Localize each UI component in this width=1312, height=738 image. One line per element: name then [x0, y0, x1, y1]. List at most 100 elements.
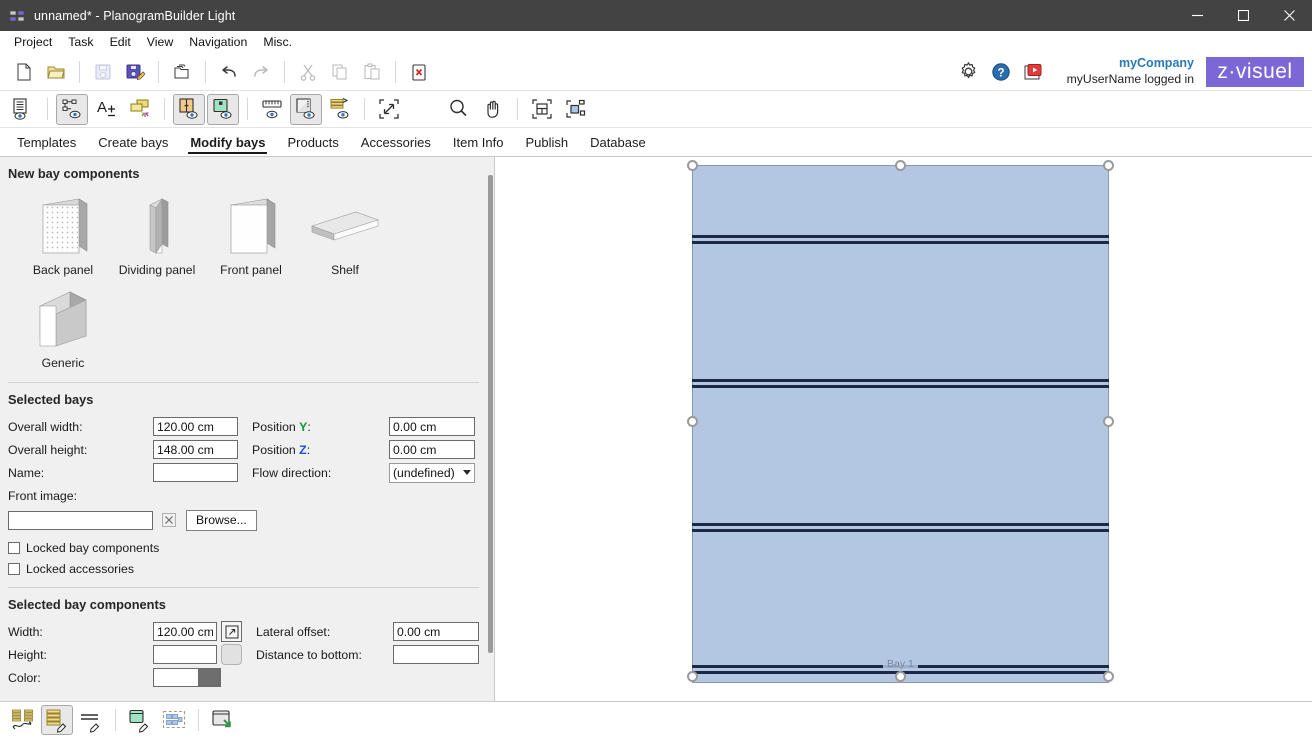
open-folder-button[interactable]	[41, 57, 71, 87]
delete-button[interactable]	[404, 57, 434, 87]
overall-width-input[interactable]	[153, 417, 238, 436]
save-as-button[interactable]	[120, 57, 150, 87]
select-area-button[interactable]	[158, 705, 190, 735]
minimize-button[interactable]	[1174, 0, 1220, 31]
toolbar-separator	[247, 98, 248, 120]
edit-bays-button[interactable]	[41, 705, 73, 735]
locked-accessories-checkbox[interactable]	[8, 562, 20, 575]
zoom-to-bay-button[interactable]	[526, 94, 558, 125]
tab-modify-bays[interactable]: Modify bays	[179, 132, 276, 156]
tab-publish[interactable]: Publish	[514, 132, 579, 156]
selection-handle-bottom-left[interactable]	[687, 671, 698, 682]
tab-database[interactable]: Database	[579, 132, 657, 156]
video-button[interactable]	[1018, 57, 1048, 87]
maximize-button[interactable]	[1220, 0, 1266, 31]
show-stack-button[interactable]	[324, 94, 356, 125]
undo-button[interactable]	[214, 57, 244, 87]
shelf-line[interactable]	[692, 523, 1109, 526]
component-width-input[interactable]	[153, 622, 217, 641]
shelf-line[interactable]	[692, 235, 1109, 238]
zoom-to-item-button[interactable]	[560, 94, 592, 125]
move-bays-button[interactable]	[7, 705, 39, 735]
show-shadows-button[interactable]	[290, 93, 322, 125]
component-height-link-button[interactable]	[220, 644, 243, 665]
component-color-picker[interactable]	[153, 668, 221, 687]
shelf-line[interactable]	[692, 385, 1109, 388]
show-measurements-button[interactable]	[256, 94, 288, 125]
zoom-tool-button[interactable]	[443, 94, 475, 125]
position-y-input[interactable]	[389, 417, 475, 436]
overall-height-input[interactable]	[153, 440, 238, 459]
shelf-line[interactable]	[692, 379, 1109, 382]
lateral-offset-input[interactable]	[392, 622, 479, 641]
component-shelf[interactable]: Shelf	[298, 188, 392, 279]
edit-products-button[interactable]	[124, 705, 156, 735]
copy-button[interactable]	[325, 57, 355, 87]
menu-task[interactable]: Task	[60, 33, 101, 51]
zoom-fit-button[interactable]	[373, 94, 405, 125]
selection-handle-bottom-center[interactable]	[895, 671, 906, 682]
show-structure-button[interactable]	[56, 93, 88, 125]
flow-direction-select[interactable]: (undefined)	[389, 462, 475, 483]
save-button[interactable]	[88, 57, 118, 87]
planogram-canvas[interactable]: Bay 1	[495, 157, 1312, 701]
menu-edit[interactable]: Edit	[102, 33, 139, 51]
position-z-input[interactable]	[389, 440, 475, 459]
close-button[interactable]	[1266, 0, 1312, 31]
tab-create-bays[interactable]: Create bays	[87, 132, 179, 156]
selection-handle-middle-left[interactable]	[687, 416, 698, 427]
settings-button[interactable]	[954, 57, 984, 87]
tab-products[interactable]: Products	[276, 132, 349, 156]
text-size-button[interactable]: A	[90, 94, 122, 125]
front-image-input[interactable]	[8, 510, 153, 530]
color-dropdown-icon[interactable]	[198, 669, 220, 686]
show-front-panels-button[interactable]	[173, 93, 205, 125]
help-button[interactable]: ?	[986, 57, 1016, 87]
paste-button[interactable]	[357, 57, 387, 87]
selection-handle-bottom-right[interactable]	[1103, 671, 1114, 682]
tab-templates[interactable]: Templates	[6, 132, 87, 156]
new-document-button[interactable]	[9, 57, 39, 87]
component-height-input[interactable]	[153, 645, 217, 664]
scrollbar-thumb[interactable]	[488, 175, 493, 653]
edit-shelves-button[interactable]	[75, 705, 107, 735]
show-list-button[interactable]	[7, 94, 39, 125]
menu-project[interactable]: Project	[6, 33, 60, 51]
menu-navigation[interactable]: Navigation	[181, 33, 255, 51]
tab-accessories[interactable]: Accessories	[350, 132, 442, 156]
locked-bay-components-checkbox[interactable]	[8, 541, 20, 554]
brand-logo[interactable]: z·visuel	[1206, 56, 1304, 87]
view-toolbar: A	[0, 91, 1312, 128]
menu-misc[interactable]: Misc.	[255, 33, 300, 51]
component-width-link-button[interactable]	[220, 621, 243, 642]
selection-handle-middle-right[interactable]	[1103, 416, 1114, 427]
copy-project-button[interactable]	[167, 57, 197, 87]
component-back-panel[interactable]: Back panel	[16, 188, 110, 279]
show-products-button[interactable]	[207, 93, 239, 125]
tab-item-info[interactable]: Item Info	[442, 132, 515, 156]
properties-scrollbar[interactable]	[487, 157, 494, 701]
show-labels-button[interactable]	[124, 94, 156, 125]
locked-accessories-row[interactable]: Locked accessories	[0, 558, 487, 579]
redo-button[interactable]	[246, 57, 276, 87]
selection-handle-top-center[interactable]	[895, 160, 906, 171]
distance-to-bottom-input[interactable]	[392, 645, 479, 664]
menu-view[interactable]: View	[139, 33, 181, 51]
component-front-panel[interactable]: Front panel	[204, 188, 298, 279]
component-width-row: Width: Lateral offset:	[8, 620, 479, 643]
bay-name-row: Name: Flow direction: (undefined)	[8, 461, 479, 484]
selection-handle-top-left[interactable]	[687, 160, 698, 171]
component-dividing-panel[interactable]: Dividing panel	[110, 188, 204, 279]
clear-front-image-button[interactable]	[158, 510, 179, 531]
overall-width-row: Overall width: Position Y:	[8, 415, 479, 438]
shelf-line[interactable]	[692, 529, 1109, 532]
locked-bay-components-row[interactable]: Locked bay components	[0, 537, 487, 558]
pan-tool-button[interactable]	[477, 94, 509, 125]
component-generic[interactable]: Generic	[16, 281, 110, 372]
export-view-button[interactable]	[207, 705, 239, 735]
browse-front-image-button[interactable]: Browse...	[186, 509, 257, 531]
shelf-line[interactable]	[692, 241, 1109, 244]
selection-handle-top-right[interactable]	[1103, 160, 1114, 171]
bay-name-input[interactable]	[153, 463, 238, 482]
cut-button[interactable]	[293, 57, 323, 87]
